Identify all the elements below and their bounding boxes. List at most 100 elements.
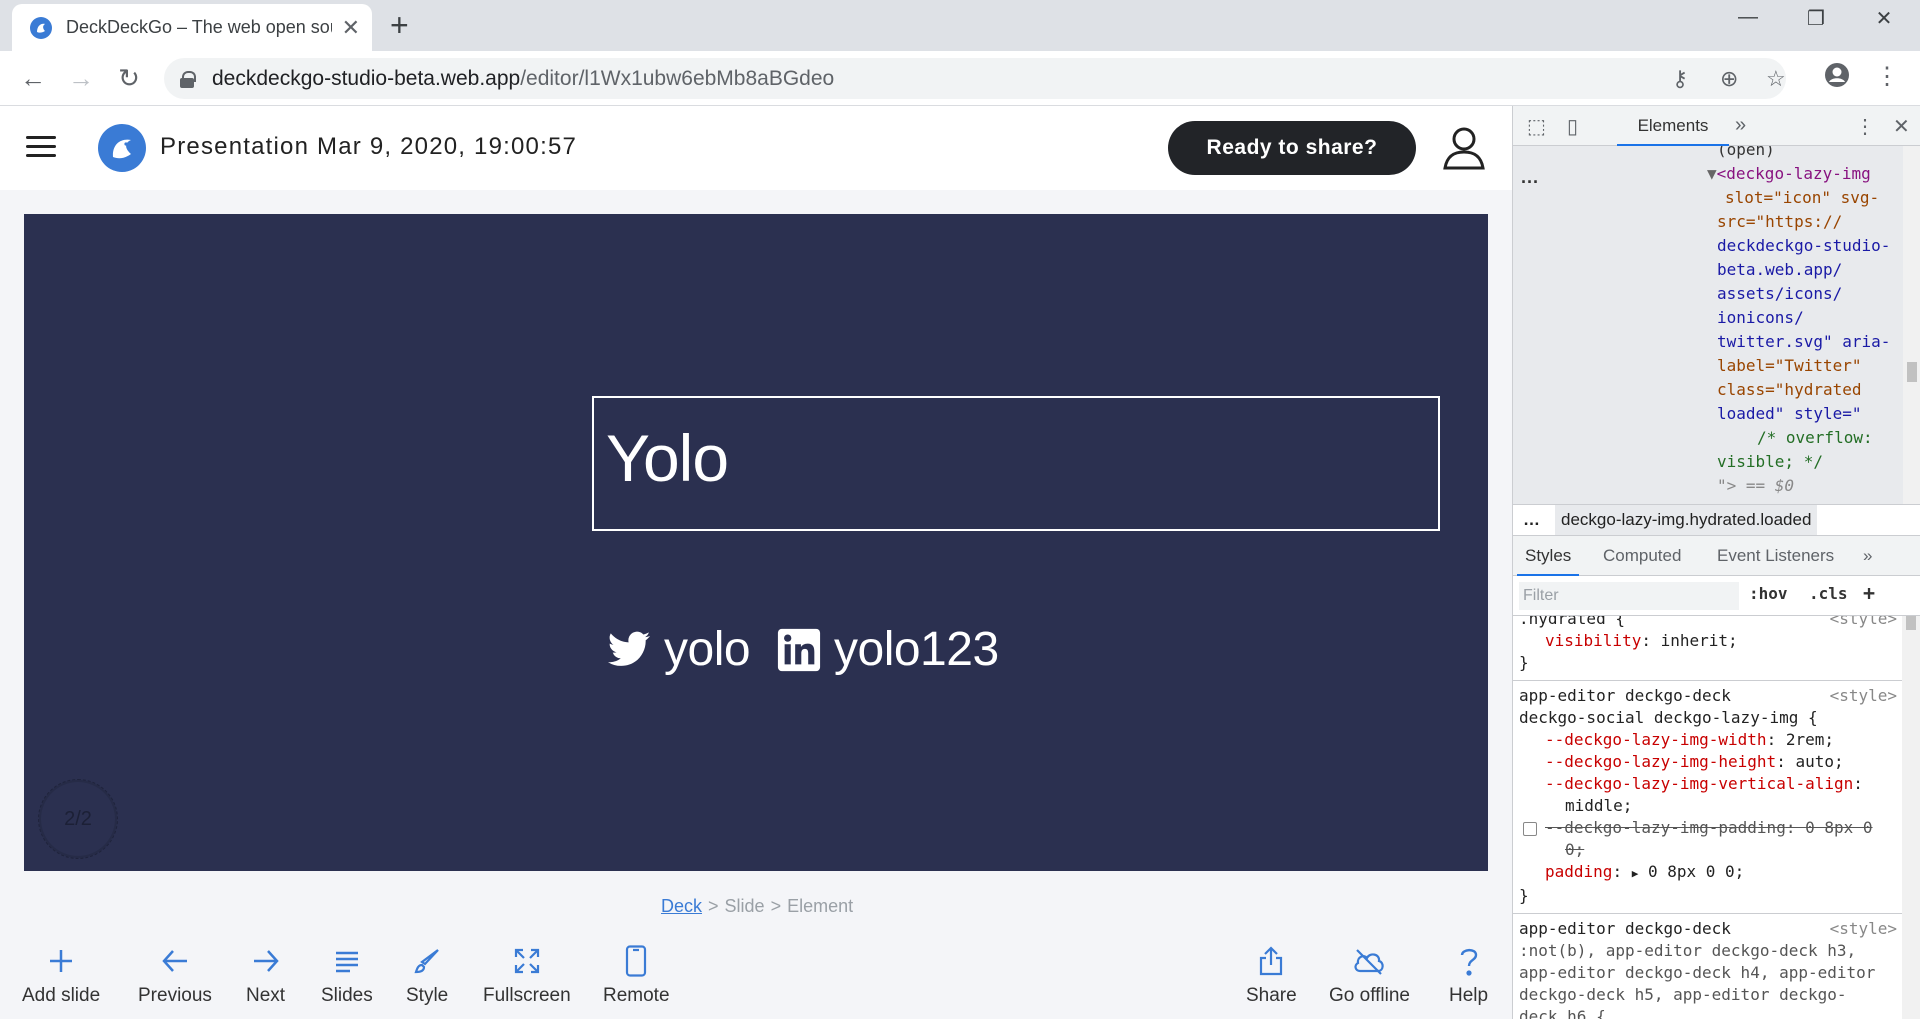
go-offline-label: Go offline	[1329, 985, 1410, 1006]
rule-property[interactable]: --deckgo-lazy-img-vertical-align:	[1519, 773, 1897, 795]
add-icon	[44, 944, 78, 978]
browser-tabstrip: DeckDeckGo – The web open source editor …	[0, 0, 1920, 51]
cls-button[interactable]: .cls	[1809, 584, 1848, 603]
slide-title[interactable]: Yolo	[606, 420, 729, 496]
rule-selector: :not(b), app-editor deckgo-deck h3,	[1519, 941, 1857, 960]
key-icon[interactable]: ⚷	[1672, 66, 1688, 92]
slide-title-box[interactable]: Yolo	[592, 396, 1440, 531]
add-slide-button[interactable]: Add slide	[22, 936, 100, 1007]
styles-scrollbar-thumb[interactable]	[1906, 616, 1916, 630]
devtools-menu-icon[interactable]: ⋮	[1855, 114, 1875, 139]
social-twitter[interactable]: yolo	[606, 622, 751, 677]
fullscreen-button[interactable]: Fullscreen	[483, 936, 571, 1007]
presentation-title[interactable]: Presentation Mar 9, 2020, 19:00:57	[160, 133, 577, 161]
device-toolbar-icon[interactable]: ▯	[1567, 114, 1578, 139]
tab-styles[interactable]: Styles	[1517, 536, 1580, 576]
tab-title: DeckDeckGo – The web open source editor …	[66, 17, 332, 37]
profile-icon[interactable]	[1820, 62, 1854, 95]
styles-pane[interactable]: .hydrated { <style> visibility: inherit;…	[1513, 616, 1903, 1019]
lock-icon	[180, 70, 196, 88]
devtools-close-icon[interactable]: ✕	[1893, 114, 1910, 139]
cloud-offline-icon	[1352, 944, 1386, 978]
share-button[interactable]: Share	[1246, 936, 1297, 1007]
style-rule[interactable]: app-editor deckgo-deck <style> deckgo-so…	[1513, 681, 1903, 914]
breadcrumb-element[interactable]: Element	[787, 896, 853, 916]
rule-property[interactable]: padding: ▶ 0 8px 0 0;	[1519, 861, 1897, 885]
dom-line: /* overflow:	[1757, 428, 1873, 447]
social-linkedin[interactable]: yolo123	[776, 622, 999, 677]
ready-to-share-button[interactable]: Ready to share?	[1168, 121, 1416, 175]
twitter-handle[interactable]: yolo	[664, 622, 751, 677]
bookmark-star-icon[interactable]: ☆	[1766, 66, 1786, 92]
breadcrumb-deck[interactable]: Deck	[661, 896, 702, 916]
breadcrumb-slide[interactable]: Slide	[725, 896, 765, 916]
expand-triangle-icon[interactable]: ▶	[1632, 867, 1639, 880]
go-offline-button[interactable]: Go offline	[1329, 936, 1410, 1007]
dom-line: src="https://	[1717, 212, 1843, 231]
rule-property-value: 0;	[1565, 840, 1585, 859]
dom-tree[interactable]: ··· (open) ▼<deckgo-lazy-img slot="icon"…	[1513, 146, 1920, 504]
style-button[interactable]: Style	[406, 936, 448, 1007]
hamburger-menu-icon[interactable]	[26, 136, 56, 160]
deckdeckgo-logo-icon[interactable]	[98, 124, 146, 172]
rule-source[interactable]: <style>	[1830, 616, 1897, 630]
hov-button[interactable]: :hov	[1749, 584, 1788, 603]
styles-filter-input[interactable]: Filter	[1519, 582, 1739, 610]
tab-event-listeners[interactable]: Event Listeners	[1717, 536, 1834, 576]
dom-line: visible; */	[1717, 452, 1823, 471]
rule-property[interactable]: --deckgo-lazy-img-width: 2rem;	[1519, 729, 1897, 751]
next-button[interactable]: Next	[246, 936, 285, 1007]
dom-tree-lines[interactable]: (open) ▼<deckgo-lazy-img slot="icon" svg…	[1707, 146, 1890, 498]
remote-button[interactable]: Remote	[603, 936, 670, 1007]
slides-button[interactable]: Slides	[321, 936, 373, 1007]
user-avatar-icon[interactable]	[1440, 124, 1488, 172]
inspect-element-icon[interactable]: ⬚	[1527, 114, 1546, 139]
rule-close: }	[1519, 886, 1529, 905]
more-tabs-icon[interactable]: »	[1735, 114, 1746, 137]
share-icon	[1254, 944, 1288, 978]
rule-source[interactable]: <style>	[1830, 918, 1897, 940]
tab-close-icon[interactable]: ✕	[342, 15, 360, 41]
property-checkbox[interactable]	[1523, 821, 1537, 836]
browser-tab[interactable]: DeckDeckGo – The web open source editor …	[12, 4, 372, 51]
tab-computed[interactable]: Computed	[1603, 536, 1681, 576]
new-tab-icon[interactable]: +	[390, 9, 409, 41]
tab-elements[interactable]: Elements	[1617, 106, 1729, 146]
crumb-selected-node[interactable]: deckgo-lazy-img.hydrated.loaded	[1555, 505, 1818, 535]
forward-icon[interactable]: →	[64, 62, 98, 96]
dom-scrollbar[interactable]	[1903, 146, 1920, 504]
slide-canvas[interactable]: Yolo yolo yolo123 2/2	[24, 214, 1488, 871]
dom-scrollbar-thumb[interactable]	[1907, 362, 1917, 382]
back-icon[interactable]: ←	[16, 62, 50, 96]
help-button[interactable]: Help	[1449, 936, 1488, 1007]
list-icon	[330, 944, 364, 978]
rule-property-disabled[interactable]: --deckgo-lazy-img-padding: 0 8px 0	[1519, 817, 1897, 839]
rule-property-value: middle;	[1565, 796, 1633, 815]
minimize-icon[interactable]: —	[1728, 6, 1768, 29]
styles-scrollbar[interactable]	[1902, 616, 1920, 1019]
style-rule[interactable]: app-editor deckgo-deck <style> :not(b), …	[1513, 914, 1903, 1019]
url-path: /editor/l1Wx1ubw6ebMb8aBGdeo	[520, 66, 835, 90]
add-to-apps-icon[interactable]: ⊕	[1720, 66, 1738, 92]
new-style-rule-icon[interactable]: +	[1863, 581, 1875, 605]
rule-source[interactable]: <style>	[1830, 685, 1897, 707]
crumb-overflow-icon[interactable]: …	[1523, 505, 1540, 535]
rule-property[interactable]: --deckgo-lazy-img-height: auto;	[1519, 751, 1897, 773]
style-rule[interactable]: .hydrated { <style> visibility: inherit;…	[1513, 616, 1903, 681]
breadcrumb-separator: >	[708, 896, 719, 916]
previous-button[interactable]: Previous	[138, 936, 212, 1007]
dom-line: loaded" style="	[1717, 404, 1862, 423]
close-window-icon[interactable]: ✕	[1864, 6, 1904, 31]
reload-icon[interactable]: ↻	[112, 62, 146, 96]
dom-line: assets/icons/	[1717, 284, 1843, 303]
more-subtabs-icon[interactable]: »	[1863, 536, 1872, 576]
help-label: Help	[1449, 985, 1489, 1006]
address-bar[interactable]: deckdeckgo-studio-beta.web.app/editor/l1…	[164, 58, 1786, 99]
restore-icon[interactable]: ❐	[1796, 6, 1836, 31]
style-label: Style	[406, 985, 449, 1006]
node-actions-icon[interactable]: ···	[1521, 172, 1539, 193]
linkedin-handle[interactable]: yolo123	[834, 622, 999, 677]
help-icon	[1452, 944, 1486, 978]
browser-menu-icon[interactable]: ⋮	[1870, 62, 1904, 91]
rule-property[interactable]: visibility: inherit;	[1519, 630, 1897, 652]
